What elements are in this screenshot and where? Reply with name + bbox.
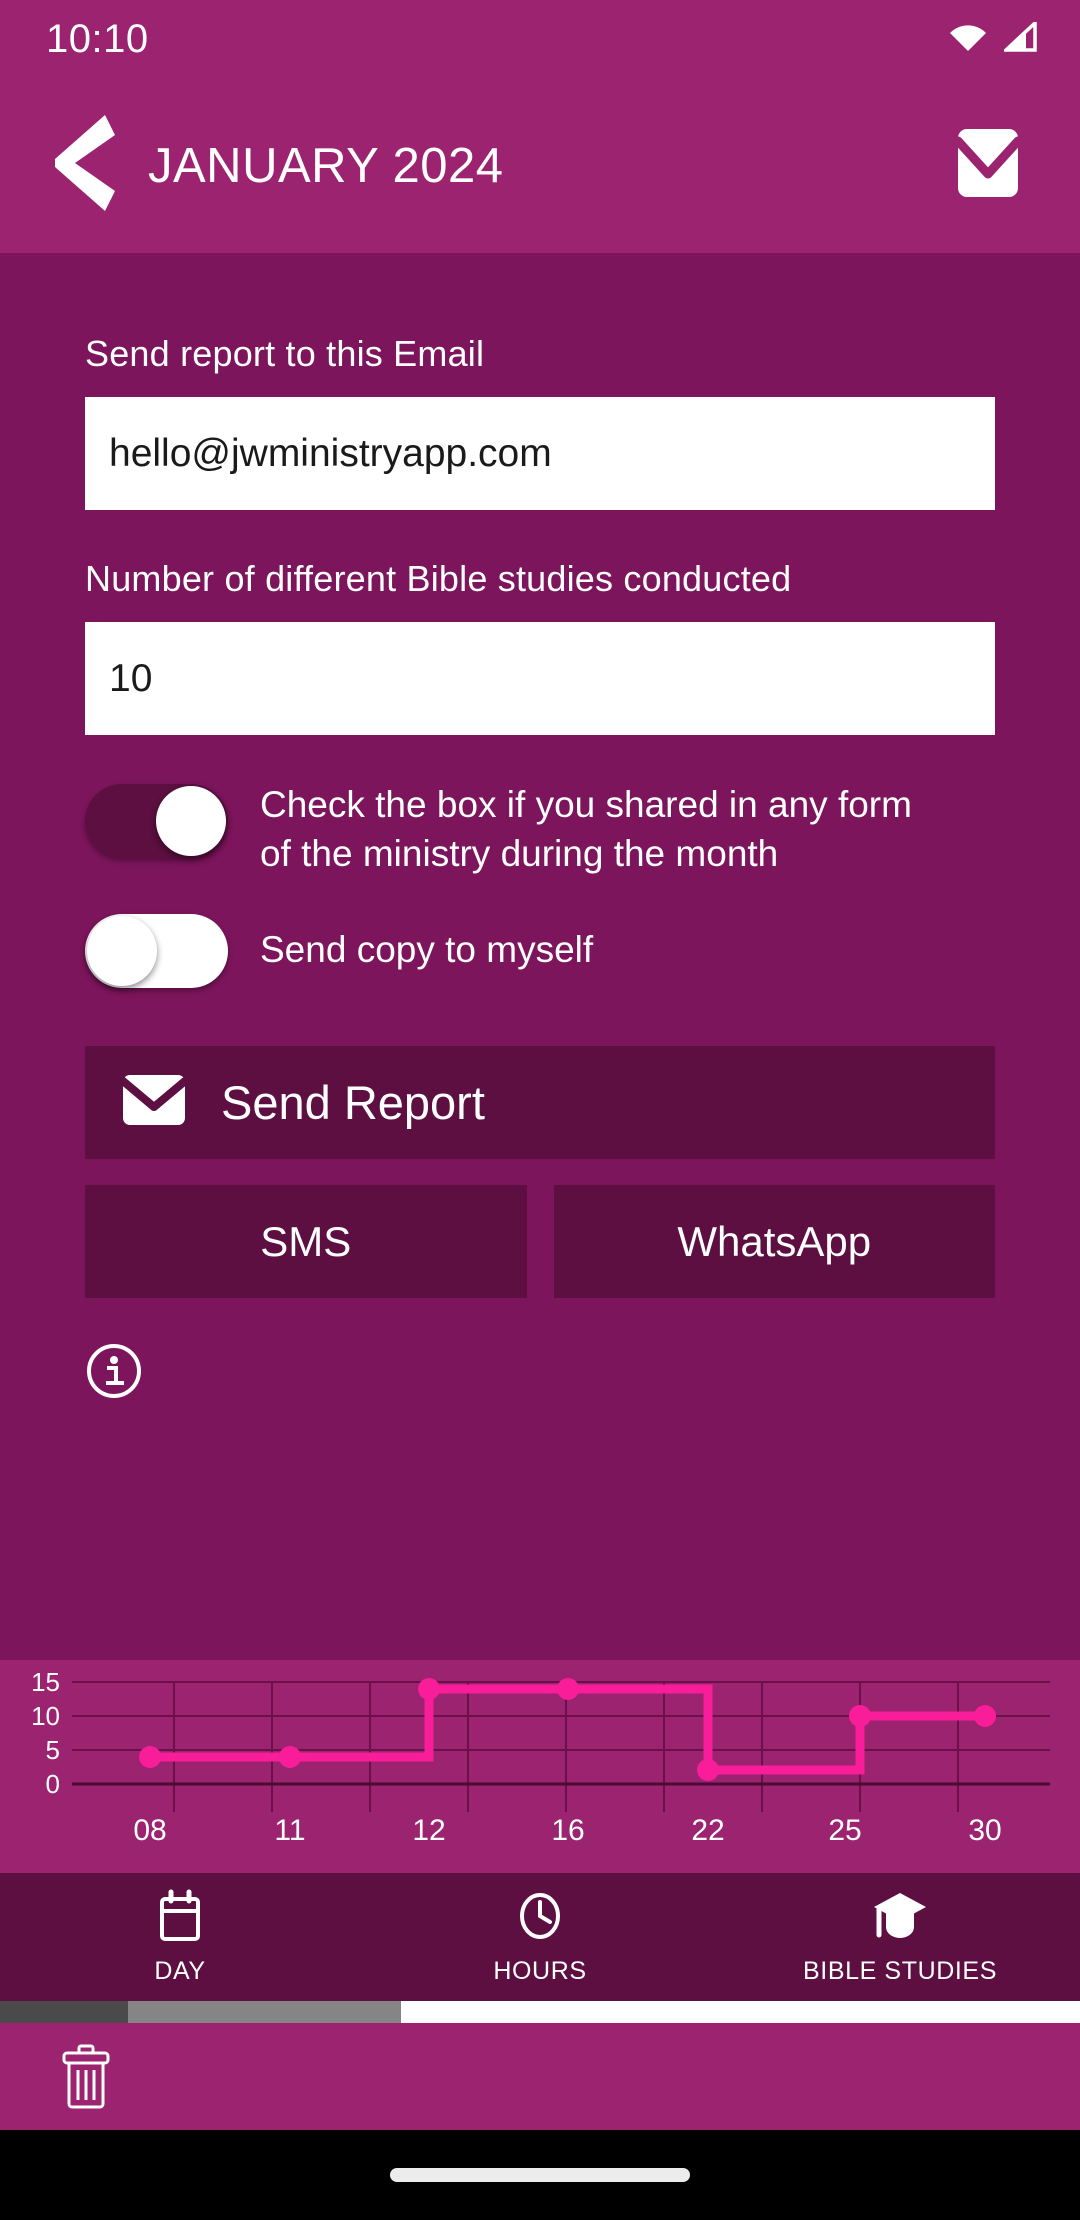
header-mail-button[interactable]	[940, 118, 1036, 214]
y-tick-label: 5	[46, 1735, 60, 1765]
send-copy-row: Send copy to myself	[85, 910, 995, 988]
chart-point	[974, 1705, 996, 1727]
shared-in-ministry-row: Check the box if you shared in any form …	[85, 780, 995, 878]
chart-point	[697, 1759, 719, 1781]
tab-day[interactable]: DAY	[0, 1873, 360, 2001]
chart-point	[557, 1678, 579, 1700]
cellular-signal-icon	[1004, 22, 1038, 57]
page-indicator-segment-1[interactable]	[0, 2001, 128, 2023]
tab-day-label: DAY	[154, 1957, 205, 1986]
shared-in-ministry-label: Check the box if you shared in any form …	[260, 780, 950, 878]
status-time: 10:10	[46, 17, 149, 62]
chart-gridlines	[72, 1682, 1050, 1812]
x-tick-label: 25	[828, 1814, 861, 1847]
app-header: JANUARY 2024	[0, 78, 1080, 253]
chart-svg: 15 10 5 0 08 11 12 16	[0, 1660, 1080, 1873]
sms-button[interactable]: SMS	[85, 1185, 527, 1298]
info-button[interactable]	[85, 1344, 143, 1402]
page-indicator[interactable]	[0, 2001, 1080, 2023]
send-copy-toggle[interactable]	[85, 914, 228, 988]
chart-data-points	[139, 1678, 996, 1781]
info-row	[85, 1344, 995, 1402]
bible-studies-chart: 15 10 5 0 08 11 12 16	[0, 1660, 1080, 1873]
email-input[interactable]: hello@jwministryapp.com	[85, 397, 995, 510]
calendar-icon	[155, 1889, 205, 1948]
send-report-button[interactable]: Send Report	[85, 1046, 995, 1159]
delete-button[interactable]	[58, 2044, 114, 2110]
email-field-label: Send report to this Email	[85, 253, 995, 375]
envelope-icon	[942, 117, 1034, 214]
envelope-icon	[115, 1061, 193, 1144]
system-gesture-nav	[0, 2130, 1080, 2220]
bible-studies-input[interactable]: 10	[85, 622, 995, 735]
tab-hours-label: HOURS	[493, 1957, 586, 1986]
x-tick-label: 08	[133, 1814, 166, 1847]
chart-y-axis-labels: 15 10 5 0	[31, 1667, 60, 1799]
info-circle-icon	[85, 1342, 143, 1405]
x-tick-label: 30	[968, 1814, 1001, 1847]
y-tick-label: 0	[46, 1769, 60, 1799]
chart-point	[418, 1678, 440, 1700]
chart-x-axis-labels: 08 11 12 16 22 25 30	[133, 1814, 1001, 1847]
x-tick-label: 16	[551, 1814, 584, 1847]
back-button[interactable]	[40, 116, 126, 216]
bible-studies-field-label: Number of different Bible studies conduc…	[85, 510, 995, 600]
toggle-knob	[156, 786, 226, 856]
shared-in-ministry-toggle[interactable]	[85, 784, 228, 858]
y-tick-label: 10	[31, 1701, 60, 1731]
home-gesture-pill[interactable]	[390, 2168, 690, 2182]
chart-point	[849, 1705, 871, 1727]
x-tick-label: 11	[274, 1814, 305, 1847]
whatsapp-button[interactable]: WhatsApp	[554, 1185, 996, 1298]
clock-icon	[514, 1889, 566, 1948]
tab-bible-studies-label: BIBLE STUDIES	[803, 1957, 997, 1986]
x-tick-label: 12	[412, 1814, 445, 1847]
x-tick-label: 22	[691, 1814, 724, 1847]
send-report-label: Send Report	[221, 1075, 485, 1130]
trash-icon	[58, 2044, 114, 2110]
share-button-row: SMS WhatsApp	[85, 1185, 995, 1298]
status-icons	[948, 22, 1038, 57]
send-copy-label: Send copy to myself	[260, 925, 593, 974]
delete-bar	[0, 2023, 1080, 2130]
page-indicator-segment-3[interactable]	[401, 2001, 1080, 2023]
report-form: Send report to this Email hello@jwminist…	[0, 253, 1080, 1660]
y-tick-label: 15	[31, 1667, 60, 1697]
chart-point	[279, 1746, 301, 1768]
app-screen: 10:10 JANUARY 2024	[0, 0, 1080, 2220]
tab-bible-studies[interactable]: BIBLE STUDIES	[720, 1873, 1080, 2001]
tab-hours[interactable]: HOURS	[360, 1873, 720, 2001]
toggle-knob	[87, 916, 157, 986]
graduation-cap-icon	[870, 1889, 930, 1948]
wifi-icon	[948, 22, 988, 57]
page-title: JANUARY 2024	[148, 138, 504, 194]
chart-point	[139, 1746, 161, 1768]
page-indicator-segment-2[interactable]	[128, 2001, 401, 2023]
chevron-left-icon	[47, 111, 119, 220]
bottom-tab-bar: DAY HOURS BIBLE STUDIES	[0, 1873, 1080, 2001]
status-bar: 10:10	[0, 0, 1080, 78]
